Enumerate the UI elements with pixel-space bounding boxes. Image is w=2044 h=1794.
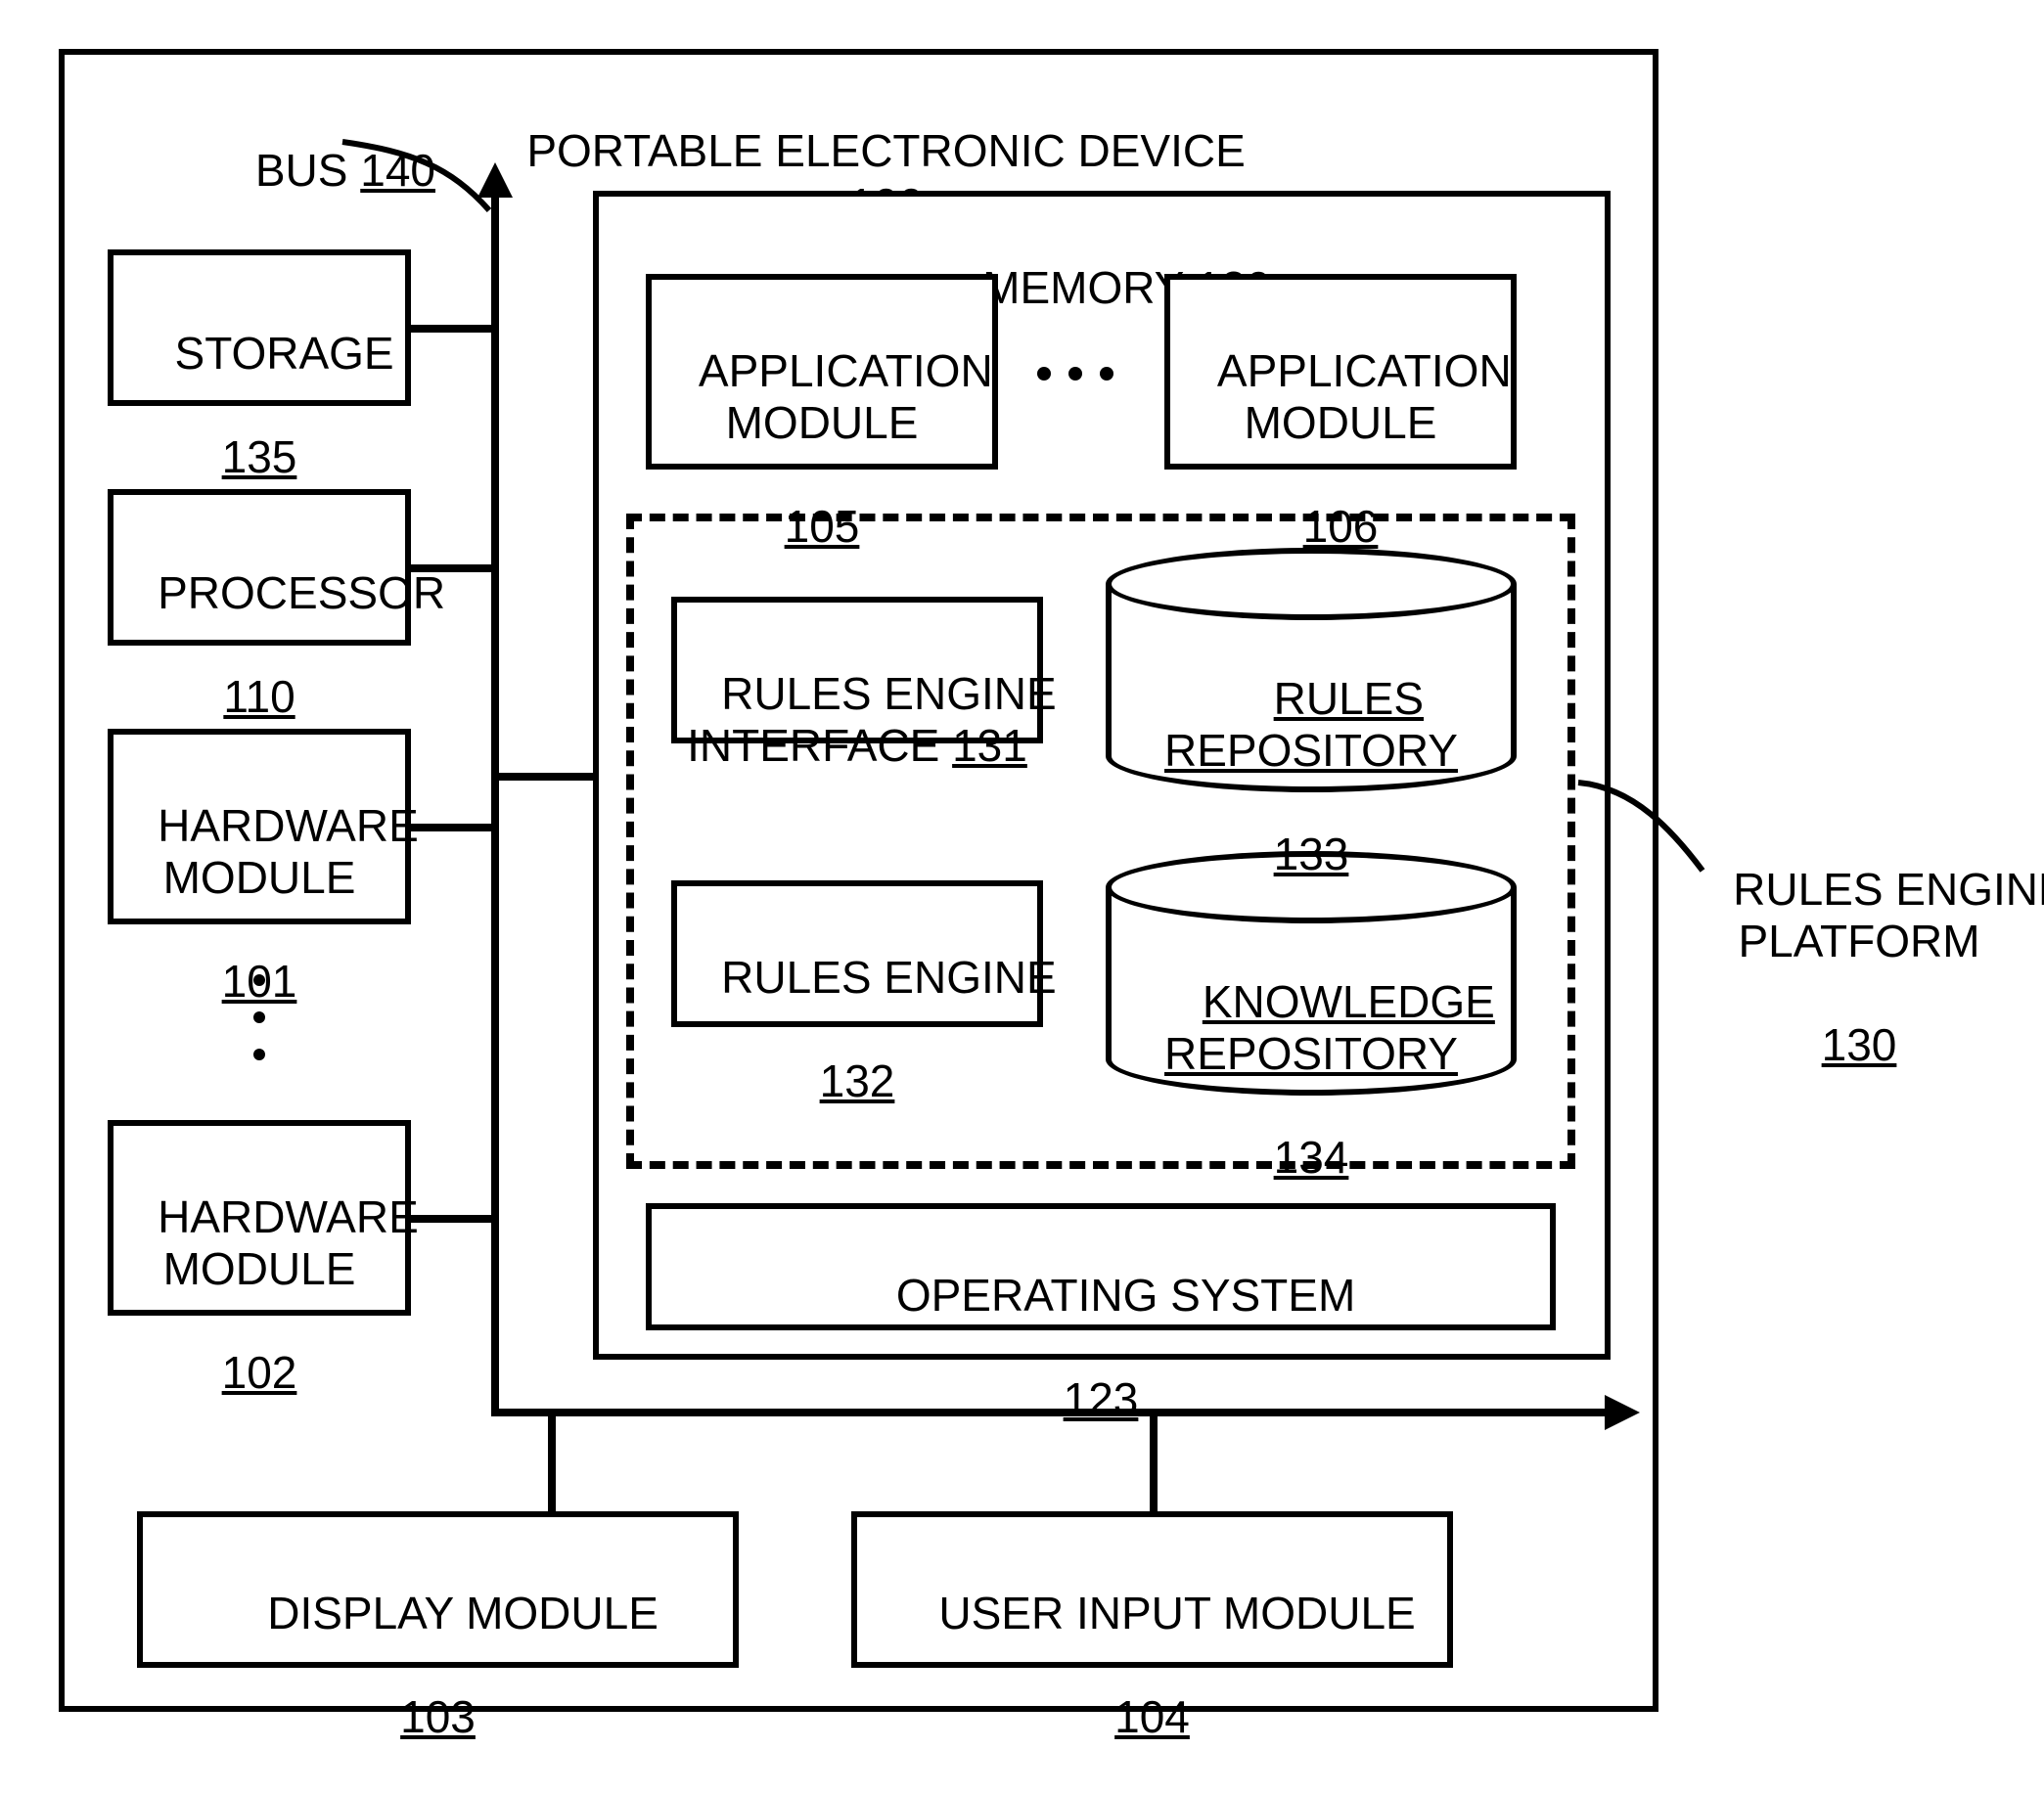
os-ref: 123 bbox=[1064, 1373, 1139, 1424]
processor-ref: 110 bbox=[223, 671, 295, 722]
hw2-title: HARDWARE MODULE bbox=[158, 1191, 419, 1294]
memory-title: MEMORY bbox=[982, 262, 1183, 313]
hw2-stub bbox=[411, 1215, 493, 1223]
display-ref: 103 bbox=[400, 1691, 476, 1742]
storage-title: STORAGE bbox=[175, 328, 394, 379]
rei-ref: 131 bbox=[952, 720, 1027, 771]
horizontal-ellipsis-icon bbox=[1037, 365, 1131, 379]
userinput-label: USER INPUT MODULE 104 bbox=[851, 1536, 1453, 1794]
bus-vertical bbox=[491, 191, 499, 1413]
hw1-title: HARDWARE MODULE bbox=[158, 800, 419, 903]
storage-ref: 135 bbox=[222, 431, 297, 482]
platform-label: RULES ENGINE PLATFORM 130 bbox=[1683, 812, 2035, 1122]
hw2-label: HARDWARE MODULE 102 bbox=[108, 1140, 411, 1450]
userinput-ref: 104 bbox=[1114, 1691, 1190, 1742]
bus-arrow-up bbox=[477, 162, 513, 198]
processor-title: PROCESSOR bbox=[158, 567, 445, 618]
platform-ref: 130 bbox=[1822, 1019, 1897, 1070]
processor-stub bbox=[411, 564, 493, 572]
memory-stub bbox=[493, 773, 595, 781]
hw2-ref: 102 bbox=[222, 1347, 297, 1398]
rules-repo-label: RULES REPOSITORY 133 bbox=[1106, 621, 1517, 931]
bus-title: BUS bbox=[255, 145, 348, 196]
know-repo-title: KNOWLEDGE REPOSITORY bbox=[1164, 976, 1495, 1079]
userinput-title: USER INPUT MODULE bbox=[938, 1588, 1415, 1638]
rules-repo-ref: 133 bbox=[1274, 829, 1349, 879]
vertical-ellipsis-icon bbox=[253, 974, 265, 1086]
display-stub bbox=[548, 1416, 556, 1512]
os-label: OPERATING SYSTEM 123 bbox=[646, 1218, 1556, 1476]
platform-title: RULES ENGINE PLATFORM bbox=[1733, 864, 2044, 966]
know-repo-label: KNOWLEDGE REPOSITORY 134 bbox=[1106, 924, 1517, 1234]
storage-stub bbox=[411, 325, 493, 333]
rules-repo-title: RULES REPOSITORY bbox=[1164, 673, 1458, 776]
bus-ref: 140 bbox=[360, 145, 435, 196]
re-ref: 132 bbox=[820, 1055, 895, 1106]
know-repo-ref: 134 bbox=[1274, 1132, 1349, 1183]
re-label: RULES ENGINE 132 bbox=[671, 900, 1043, 1158]
bus-label: BUS 140 bbox=[181, 93, 435, 248]
userinput-stub bbox=[1150, 1416, 1158, 1512]
display-title: DISPLAY MODULE bbox=[267, 1588, 659, 1638]
rules-repo-cylinder: RULES REPOSITORY 133 bbox=[1106, 548, 1517, 792]
rei-label: RULES ENGINE INTERFACE 131 bbox=[671, 616, 1043, 824]
re-title: RULES ENGINE bbox=[721, 952, 1057, 1003]
diagram-root: PORTABLE ELECTRONIC DEVICE 100 BUS 140 S… bbox=[0, 0, 2044, 1778]
hw1-stub bbox=[411, 824, 493, 831]
app2-title: APPLICATION MODULE bbox=[1217, 345, 1512, 448]
display-label: DISPLAY MODULE 103 bbox=[137, 1536, 739, 1794]
app1-title: APPLICATION MODULE bbox=[699, 345, 993, 448]
bus-arrow-right bbox=[1605, 1395, 1640, 1430]
os-title: OPERATING SYSTEM bbox=[896, 1270, 1355, 1321]
